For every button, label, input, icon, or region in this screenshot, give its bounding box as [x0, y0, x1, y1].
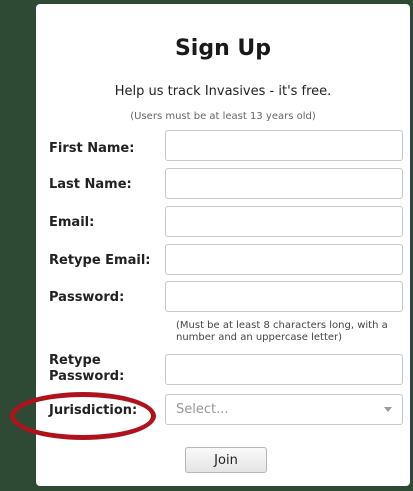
- chevron-down-icon: [384, 407, 392, 412]
- jurisdiction-select[interactable]: Select...: [165, 394, 403, 425]
- email-field[interactable]: [165, 206, 403, 237]
- last-name-field[interactable]: [165, 168, 403, 199]
- join-button[interactable]: Join: [185, 447, 267, 473]
- password-label: Password:: [49, 290, 125, 305]
- subtitle: Help us track Invasives - it's free.: [114, 84, 332, 99]
- retype-password-field[interactable]: [165, 354, 403, 385]
- annotation-circle: [10, 392, 156, 440]
- last-name-label: Last Name:: [49, 177, 132, 192]
- page-title: Sign Up: [174, 36, 272, 61]
- retype-email-field[interactable]: [165, 244, 403, 275]
- first-name-label: First Name:: [49, 141, 135, 156]
- retype-email-label: Retype Email:: [49, 253, 151, 268]
- retype-password-label: Retype Password:: [49, 353, 125, 384]
- first-name-field[interactable]: [165, 130, 403, 161]
- age-requirement-note: (Users must be at least 13 years old): [130, 111, 316, 122]
- jurisdiction-selected-value: Select...: [176, 402, 229, 417]
- email-label: Email:: [49, 215, 95, 230]
- password-requirement-note: (Must be at least 8 characters long, wit…: [176, 320, 388, 343]
- password-field[interactable]: [165, 281, 403, 312]
